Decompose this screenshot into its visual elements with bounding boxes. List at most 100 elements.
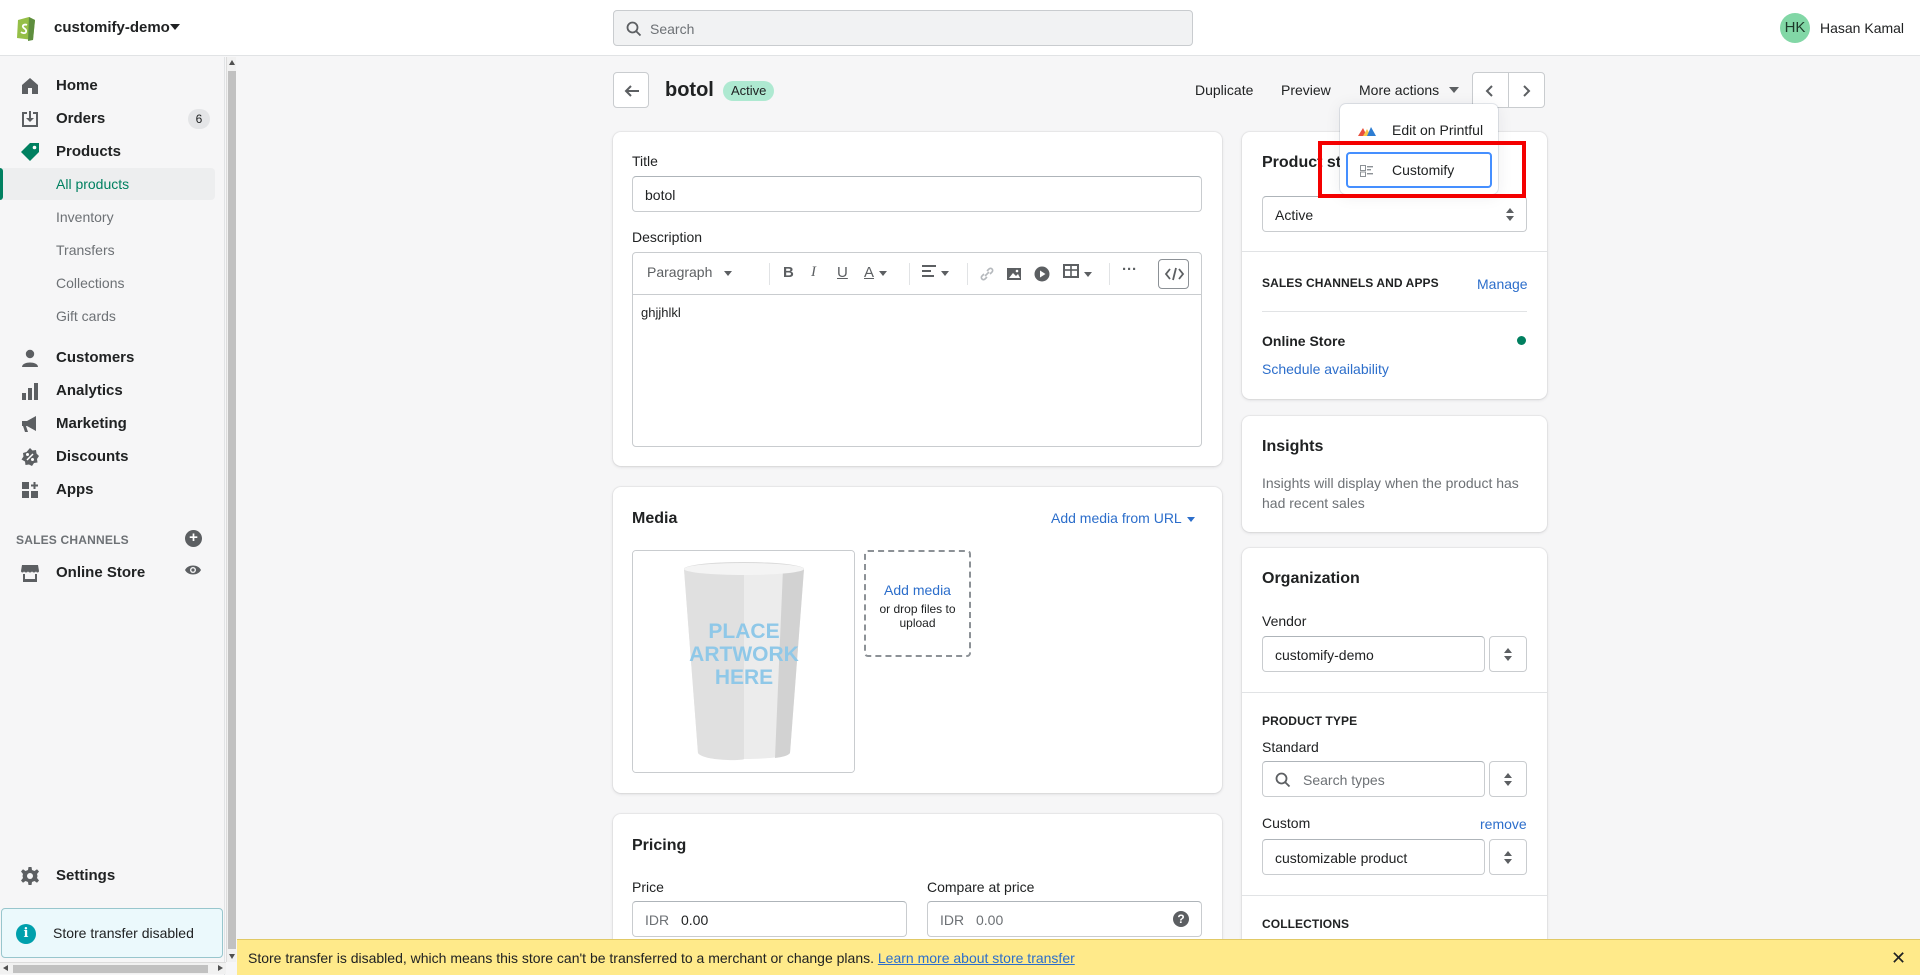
standard-type-select-button[interactable]: [1489, 761, 1527, 797]
sidebar-item-analytics[interactable]: Analytics: [0, 374, 215, 406]
sidebar-item-marketing[interactable]: Marketing: [0, 407, 215, 439]
image-icon[interactable]: [1006, 266, 1022, 282]
sidebar-item-label: Marketing: [56, 415, 127, 432]
duplicate-button[interactable]: Duplicate: [1195, 82, 1253, 98]
underline-icon[interactable]: U: [837, 264, 848, 281]
sidebar-item-label: Collections: [56, 275, 125, 291]
compare-at-price-input[interactable]: IDR 0.00 ?: [927, 901, 1202, 937]
custom-type-label: Custom: [1262, 815, 1311, 831]
search-placeholder: Search: [650, 21, 695, 37]
insights-text: Insights will display when the product h…: [1262, 475, 1519, 511]
learn-more-link[interactable]: Learn more about store transfer: [878, 950, 1075, 966]
chevron-right-icon: [1523, 85, 1531, 97]
price-label: Price: [632, 879, 664, 895]
next-product-button[interactable]: [1508, 72, 1545, 108]
sales-channels-heading: SALES CHANNELS: [16, 533, 129, 547]
price-value: 0.00: [681, 912, 709, 928]
sidebar-item-collections[interactable]: Collections: [0, 267, 215, 299]
editor-toolbar: Paragraph B I U A ···: [633, 253, 1201, 295]
bar-chart-icon: [22, 383, 38, 400]
link-icon[interactable]: [979, 266, 995, 282]
add-media-link[interactable]: Add media: [866, 582, 969, 598]
add-sales-channel-icon[interactable]: +: [185, 530, 202, 547]
image-text-line: ARTWORK: [689, 643, 799, 666]
chevron-left-icon: [1485, 85, 1493, 97]
sidebar-item-label: Online Store: [56, 564, 146, 581]
help-icon[interactable]: ?: [1173, 911, 1189, 927]
sidebar-item-inventory[interactable]: Inventory: [0, 201, 215, 233]
sidebar-item-gift-cards[interactable]: Gift cards: [0, 300, 215, 332]
schedule-availability-link[interactable]: Schedule availability: [1262, 361, 1389, 377]
vendor-select-button[interactable]: [1489, 636, 1527, 672]
search-icon: [626, 21, 642, 37]
add-media-from-url-button[interactable]: Add media from URL: [1051, 510, 1195, 526]
sidebar-item-customers[interactable]: Customers: [0, 341, 215, 373]
more-actions-button[interactable]: More actions: [1359, 82, 1439, 98]
sidebar-scrollbar[interactable]: [226, 57, 236, 962]
custom-type-value: customizable product: [1275, 850, 1408, 866]
bold-icon[interactable]: B: [783, 264, 794, 281]
user-name[interactable]: Hasan Kamal: [1820, 20, 1904, 36]
price-input[interactable]: IDR 0.00: [632, 901, 907, 937]
avatar[interactable]: HK: [1780, 13, 1810, 43]
highlight-annotation: [1318, 141, 1526, 198]
select-arrows-icon: [1504, 851, 1512, 864]
store-transfer-text: Store transfer disabled: [53, 925, 194, 941]
standard-type-placeholder: Search types: [1303, 772, 1385, 788]
product-image[interactable]: PLACE ARTWORK HERE: [632, 550, 855, 773]
table-icon[interactable]: [1063, 264, 1092, 282]
preview-button[interactable]: Preview: [1281, 82, 1331, 98]
add-media-dropzone[interactable]: Add media or drop files to upload: [864, 550, 971, 657]
custom-type-select-button[interactable]: [1489, 839, 1527, 875]
status-select[interactable]: Active: [1262, 196, 1527, 232]
custom-type-input[interactable]: customizable product: [1262, 839, 1485, 875]
vendor-value: customify-demo: [1275, 647, 1374, 663]
collections-heading: COLLECTIONS: [1262, 917, 1350, 931]
chevron-down-icon[interactable]: [170, 24, 180, 30]
sidebar-item-discounts[interactable]: Discounts: [0, 440, 215, 472]
text-color-icon[interactable]: A: [864, 264, 888, 281]
standard-type-search-input[interactable]: Search types: [1262, 761, 1485, 797]
previous-product-button[interactable]: [1472, 72, 1509, 108]
info-icon: i: [16, 924, 36, 944]
sidebar-item-transfers[interactable]: Transfers: [0, 234, 215, 266]
sidebar-item-home[interactable]: Home: [0, 69, 215, 101]
manage-link[interactable]: Manage: [1477, 276, 1528, 292]
sales-channels-apps-heading: SALES CHANNELS AND APPS: [1262, 276, 1439, 290]
italic-icon[interactable]: I: [811, 264, 816, 281]
sidebar-item-label: Orders: [56, 110, 106, 127]
sidebar-item-products[interactable]: Products: [0, 135, 215, 167]
title-input[interactable]: botol: [632, 176, 1202, 212]
drop-hint: or drop files to upload: [879, 602, 956, 630]
sidebar-item-settings[interactable]: Settings: [0, 859, 215, 891]
more-options-icon[interactable]: ···: [1122, 261, 1137, 278]
eye-icon[interactable]: [184, 563, 202, 577]
chevron-down-icon[interactable]: [1449, 87, 1459, 93]
sidebar-item-label: Home: [56, 77, 98, 94]
align-icon[interactable]: [922, 264, 949, 281]
title-value: botol: [645, 187, 676, 203]
store-name[interactable]: customify-demo: [54, 19, 170, 36]
remove-custom-type-link[interactable]: remove: [1480, 816, 1527, 832]
close-icon[interactable]: ✕: [1891, 948, 1906, 969]
page-title: botol: [665, 79, 714, 101]
sidebar-item-all-products[interactable]: All products: [0, 168, 215, 200]
sidebar-item-label: Gift cards: [56, 308, 116, 324]
sidebar-item-online-store[interactable]: Online Store: [0, 556, 215, 588]
media-title: Media: [632, 510, 678, 527]
apps-icon: [22, 482, 38, 498]
sidebar-horizontal-scrollbar[interactable]: [0, 962, 226, 974]
store-transfer-notice[interactable]: i Store transfer disabled: [1, 908, 223, 958]
sidebar-item-apps[interactable]: Apps: [0, 473, 215, 505]
paragraph-select[interactable]: Paragraph: [647, 264, 733, 280]
vendor-input[interactable]: customify-demo: [1262, 636, 1485, 672]
back-button[interactable]: [613, 72, 649, 108]
standard-type-label: Standard: [1262, 739, 1319, 755]
description-editor[interactable]: Paragraph B I U A ··· ghjjhlkl: [632, 252, 1202, 447]
shopify-logo[interactable]: [14, 14, 38, 42]
sidebar-item-label: All products: [56, 176, 130, 192]
search-input[interactable]: Search: [613, 10, 1193, 46]
video-icon[interactable]: [1034, 266, 1050, 282]
sidebar-item-orders[interactable]: Orders 6: [0, 102, 215, 134]
code-view-button[interactable]: [1158, 259, 1189, 289]
